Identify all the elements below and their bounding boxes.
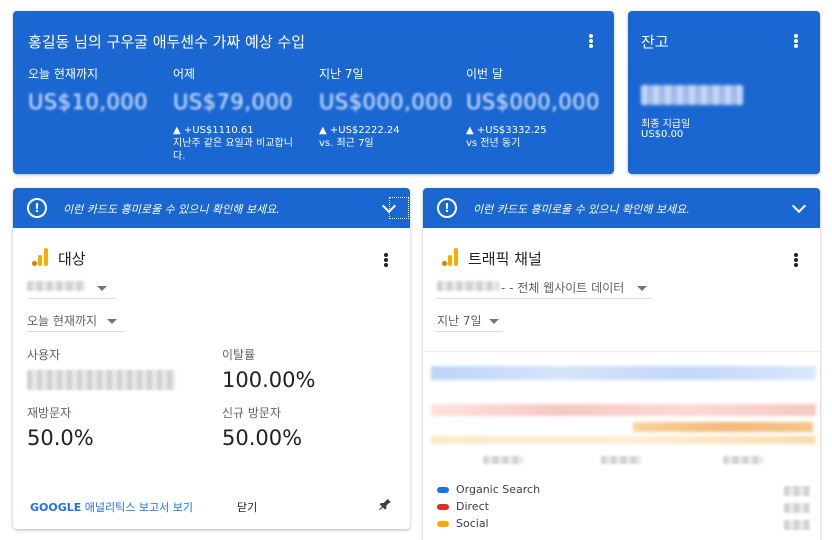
x-tick-redacted (723, 456, 763, 464)
property-redacted (27, 281, 85, 291)
metric-last7days-sub: vs. 최근 7일 (319, 138, 374, 149)
balance-value-redacted (641, 85, 743, 105)
estimated-earnings-card: 홍길동 님의 구우굴 애두센수 가짜 예상 수입 오늘 현재까지 US$10,0… (13, 11, 614, 174)
analytics-icon (31, 248, 49, 266)
new-visitors-label: 신규 방문자 (222, 406, 282, 420)
period-dropdown-label: 오늘 현재까지 (27, 314, 98, 328)
new-visitors-value: 50.00% (222, 426, 303, 450)
bounce-rate-label: 이탈률 (222, 348, 256, 362)
period-dropdown-label: 지난 7일 (437, 314, 482, 328)
property-dropdown-label: - - 전체 웹사이트 데이터 (501, 281, 625, 295)
metric-yesterday: 어제 US$79,000 ▲ +US$1110.61 지난주 같은 요일과 비교… (173, 65, 313, 163)
x-tick-redacted (601, 456, 641, 464)
legend-value-redacted (784, 503, 810, 513)
last-payment-value: US$0.00 (641, 129, 684, 140)
legend-label: Direct (456, 500, 489, 513)
balance-title: 잔고 (641, 33, 669, 51)
chevron-down-icon[interactable] (382, 200, 396, 214)
legend-label: Social (456, 517, 489, 530)
estimated-earnings-title: 홍길동 님의 구우굴 애두센수 가짜 예상 수입 (28, 33, 306, 51)
metric-today-label: 오늘 현재까지 (28, 67, 99, 81)
returning-value: 50.0% (27, 426, 94, 450)
traffic-more-icon[interactable] (786, 250, 806, 270)
x-tick-redacted (483, 456, 523, 464)
estimated-more-icon[interactable] (581, 31, 601, 51)
legend-organic-search: Organic Search (437, 483, 540, 496)
chevron-down-icon[interactable] (792, 200, 806, 214)
traffic-chart (423, 351, 820, 471)
metric-yesterday-value: US$79,000 (173, 90, 294, 114)
period-dropdown[interactable]: 오늘 현재까지 (27, 310, 123, 332)
report-link-rest: 애널리틱스 보고서 보기 (81, 501, 193, 514)
audience-title: 대상 (58, 250, 86, 268)
legend-direct: Direct (437, 500, 489, 513)
metric-thismonth: 이번 달 US$000,000 ▲ +US$3332.25 vs 전년 동기 (466, 65, 606, 150)
metric-last7days-value: US$000,000 (319, 90, 453, 114)
metric-thismonth-delta: ▲ +US$3332.25 (466, 125, 547, 136)
analytics-report-link[interactable]: GOOGLE 애널리틱스 보고서 보기 (30, 499, 193, 515)
alert-icon (437, 198, 457, 218)
metric-thismonth-value: US$000,000 (466, 90, 600, 114)
legend-value-redacted (784, 486, 810, 496)
audience-card: 이런 카드도 흥미로울 수 있으니 확인해 보세요. 대상 오늘 현재까지 사용… (13, 188, 410, 529)
metric-thismonth-sub: vs 전년 동기 (466, 138, 521, 149)
returning-label: 재방문자 (27, 406, 72, 420)
metric-yesterday-delta: ▲ +US$1110.61 (173, 125, 254, 136)
caret-down-icon (97, 286, 107, 291)
report-link-bold: GOOGLE (30, 501, 82, 514)
suggestion-text: 이런 카드도 흥미로울 수 있으니 확인해 보세요. (63, 203, 280, 216)
legend-swatch (437, 504, 449, 510)
metric-yesterday-label: 어제 (173, 67, 196, 81)
bounce-rate-value: 100.00% (222, 368, 316, 392)
caret-down-icon (637, 286, 647, 291)
social-series-redacted (633, 422, 813, 432)
legend-swatch (437, 521, 449, 527)
balance-card: 잔고 최종 지급일 US$0.00 (628, 11, 820, 174)
close-button[interactable]: 닫기 (237, 499, 257, 515)
caret-down-icon (107, 319, 117, 324)
suggestion-text: 이런 카드도 흥미로울 수 있으니 확인해 보세요. (473, 203, 690, 216)
audience-more-icon[interactable] (376, 250, 396, 270)
legend-label: Organic Search (456, 483, 541, 496)
suggestion-banner[interactable]: 이런 카드도 흥미로울 수 있으니 확인해 보세요. (13, 188, 410, 228)
users-label: 사용자 (27, 348, 61, 362)
legend-swatch (437, 487, 449, 493)
social-series-redacted (431, 436, 816, 444)
property-redacted (437, 281, 499, 291)
alert-icon (27, 198, 47, 218)
analytics-icon (441, 248, 459, 266)
metric-last7days-delta: ▲ +US$2222.24 (319, 125, 400, 136)
direct-series-redacted (431, 404, 816, 416)
balance-more-icon[interactable] (786, 31, 806, 51)
metric-thismonth-label: 이번 달 (466, 67, 503, 81)
pin-icon[interactable] (377, 497, 393, 513)
property-dropdown[interactable]: - - 전체 웹사이트 데이터 (437, 277, 651, 299)
legend-social: Social (437, 517, 489, 530)
legend-value-redacted (784, 520, 810, 530)
suggestion-banner[interactable]: 이런 카드도 흥미로울 수 있으니 확인해 보세요. (423, 188, 820, 228)
organic-search-series-redacted (431, 366, 816, 380)
period-dropdown[interactable]: 지난 7일 (437, 310, 503, 332)
metric-today: 오늘 현재까지 US$10,000 (28, 65, 168, 114)
traffic-title: 트래픽 채널 (468, 250, 542, 268)
metric-last7days-label: 지난 7일 (319, 67, 364, 81)
property-dropdown[interactable] (27, 277, 115, 299)
users-value-redacted (27, 370, 175, 390)
traffic-channels-card: 이런 카드도 흥미로울 수 있으니 확인해 보세요. 트래픽 채널 - - 전체… (423, 188, 820, 540)
metric-last7days: 지난 7일 US$000,000 ▲ +US$2222.24 vs. 최근 7일 (319, 65, 459, 150)
metric-yesterday-sub: 지난주 같은 요일과 비교합니다. (173, 138, 293, 162)
last-payment-label: 최종 지급일 (641, 119, 691, 130)
metric-today-value: US$10,000 (28, 90, 149, 114)
caret-down-icon (489, 319, 499, 324)
